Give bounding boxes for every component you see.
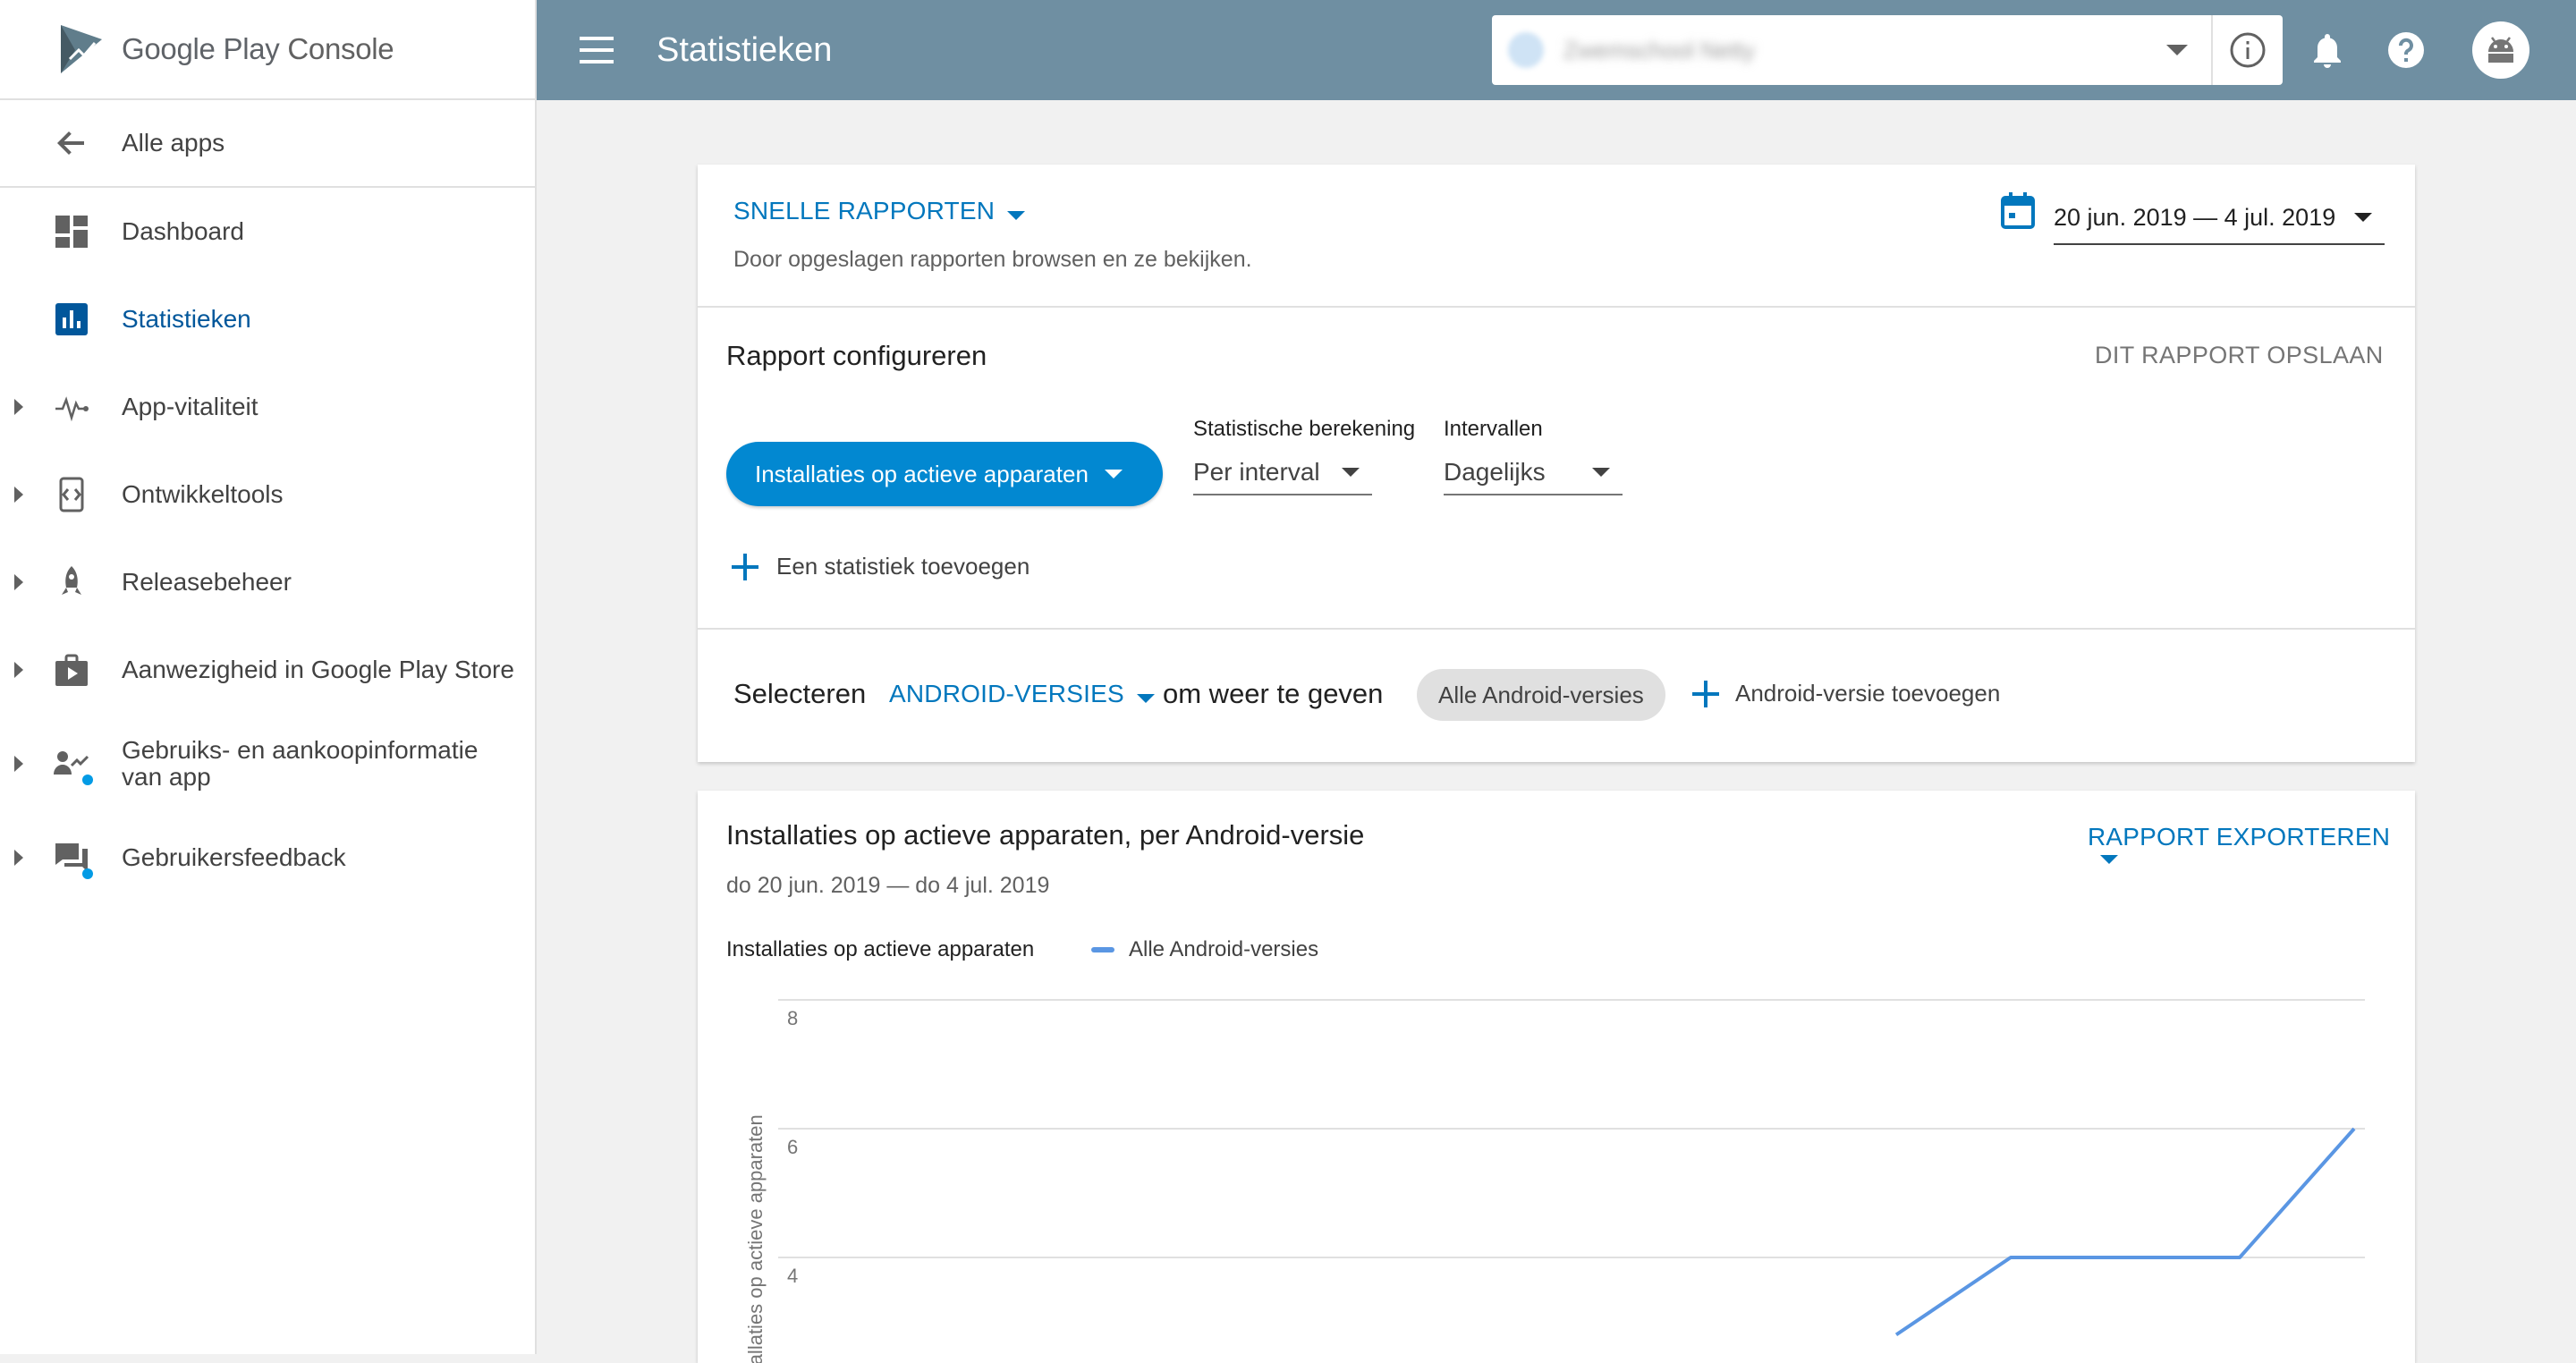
android-version-chip[interactable]: Alle Android-versies	[1417, 669, 1665, 721]
sidebar-item-app-vitality[interactable]: App-vitaliteit	[0, 363, 535, 451]
sidebar-item-label: Dashboard	[122, 217, 244, 245]
calendar-icon[interactable]	[2000, 191, 2036, 231]
date-range-value: 20 jun. 2019 — 4 jul. 2019	[2054, 203, 2336, 231]
app-selector[interactable]: Zwemschool Netty	[1492, 15, 2283, 85]
date-range-picker[interactable]: 20 jun. 2019 — 4 jul. 2019	[2054, 191, 2385, 245]
info-icon[interactable]	[2213, 15, 2283, 85]
chevron-right-icon[interactable]	[14, 850, 23, 866]
sidebar-item-user-feedback[interactable]: Gebruikersfeedback	[0, 814, 535, 902]
sidebar-item-statistics[interactable]: Statistieken	[0, 275, 535, 363]
y-tick-label: 4	[787, 1265, 798, 1287]
sidebar-item-dashboard[interactable]: Dashboard	[0, 188, 535, 275]
report-config-card: SNELLE RAPPORTEN Door opgeslagen rapport…	[698, 165, 2415, 762]
plus-icon	[1692, 680, 1719, 707]
android-head-icon	[2488, 37, 2513, 63]
sidebar-item-dev-tools[interactable]: Ontwikkeltools	[0, 451, 535, 538]
pulse-icon	[54, 389, 89, 425]
chart-metric-label: Installaties op actieve apparaten	[726, 937, 1035, 961]
sidebar-item-label: App-vitaliteit	[122, 393, 258, 420]
quick-reports-dropdown[interactable]: SNELLE RAPPORTEN	[733, 197, 1026, 225]
add-android-version-button[interactable]: Android-versie toevoegen	[1692, 680, 2000, 707]
interval-select[interactable]: Dagelijks	[1444, 451, 1623, 495]
chevron-down-icon	[2354, 213, 2372, 222]
feedback-icon	[54, 840, 93, 879]
code-device-icon	[54, 477, 89, 512]
all-apps-back-link[interactable]: Alle apps	[0, 100, 535, 188]
sidebar-item-release-management[interactable]: Releasebeheer	[0, 538, 535, 626]
chart-legend[interactable]: Alle Android-versies	[1091, 937, 1318, 962]
legend-label: Alle Android-versies	[1129, 937, 1319, 961]
save-report-button[interactable]: DIT RAPPORT OPSLAAN	[2095, 342, 2384, 369]
chevron-down-icon	[1592, 468, 1610, 477]
select-label: Selecteren	[733, 678, 867, 709]
help-icon[interactable]	[2381, 25, 2431, 75]
display-suffix: om weer te geven	[1163, 678, 1384, 709]
play-console-logo-icon	[61, 25, 102, 73]
chevron-right-icon[interactable]	[14, 399, 23, 415]
line-chart: 8 6 4 Installaties op actieve apparaten	[744, 999, 2365, 1363]
sidebar-item-usage-purchase-info[interactable]: Gebruiks- en aankoopinformatie van app	[0, 714, 535, 814]
chevron-right-icon[interactable]	[14, 662, 23, 678]
report-chart-card: Installaties op actieve apparaten, per A…	[698, 791, 2415, 1363]
sidebar: Google Play Console Alle apps Dashboard …	[0, 0, 537, 1354]
sidebar-item-label: Statistieken	[122, 305, 251, 333]
top-app-bar: Statistieken Zwemschool Netty	[537, 0, 2576, 100]
chevron-right-icon[interactable]	[14, 487, 23, 503]
y-axis-label: Installaties op actieve apparaten	[744, 1114, 767, 1363]
calc-select[interactable]: Per interval	[1193, 451, 1372, 495]
play-console-logo[interactable]: Google Play Console	[0, 0, 535, 100]
chevron-right-icon[interactable]	[14, 574, 23, 590]
bar-chart-icon	[54, 301, 89, 337]
chevron-down-icon	[1342, 468, 1360, 477]
rocket-icon	[54, 564, 89, 600]
configure-report-title: Rapport configureren	[726, 340, 987, 371]
brand-google: Google Play	[122, 32, 280, 65]
arrow-back-icon	[57, 131, 84, 155]
notification-dot	[82, 868, 93, 879]
legend-swatch	[1091, 947, 1114, 952]
y-tick-label: 6	[787, 1136, 798, 1158]
brand-console: Console	[287, 32, 394, 65]
series-line-all-android-versions	[1894, 1127, 2356, 1337]
export-report-dropdown[interactable]: RAPPORT EXPORTEREN	[2088, 823, 2415, 868]
bell-icon[interactable]	[2302, 25, 2352, 75]
dimension-dropdown[interactable]: ANDROID-VERSIES	[889, 680, 1155, 708]
interval-label: Intervallen	[1444, 417, 1543, 441]
sidebar-item-label-line2: van app	[122, 763, 211, 791]
app-icon	[1508, 32, 1544, 68]
report-period: do 20 jun. 2019 — do 4 jul. 2019	[726, 873, 1050, 898]
chevron-down-icon	[1136, 693, 1155, 703]
all-apps-label: Alle apps	[122, 129, 225, 157]
plus-icon	[732, 553, 758, 580]
account-avatar[interactable]	[2472, 21, 2529, 79]
report-title: Installaties op actieve apparaten, per A…	[726, 819, 1365, 851]
page-title: Statistieken	[657, 30, 833, 69]
add-metric-button[interactable]: Een statistiek toevoegen	[732, 553, 1030, 580]
sidebar-item-label: Releasebeheer	[122, 568, 292, 596]
metric-selector-button[interactable]: Installaties op actieve apparaten	[726, 442, 1163, 506]
chevron-right-icon[interactable]	[14, 756, 23, 772]
sidebar-item-label: Gebruikersfeedback	[122, 843, 346, 871]
notification-dot	[82, 775, 93, 785]
sidebar-item-store-presence[interactable]: Aanwezigheid in Google Play Store	[0, 626, 535, 714]
menu-icon[interactable]	[580, 37, 615, 63]
play-bag-icon	[54, 652, 89, 688]
chevron-down-icon[interactable]	[2166, 45, 2188, 55]
calc-label: Statistische berekening	[1193, 417, 1416, 441]
user-chart-icon	[54, 746, 93, 785]
y-tick-label: 8	[787, 1007, 798, 1029]
chevron-down-icon	[1007, 210, 1026, 220]
sidebar-item-label: Ontwikkeltools	[122, 480, 284, 508]
dashboard-icon	[54, 214, 89, 250]
chevron-down-icon	[2100, 854, 2118, 864]
app-name: Zwemschool Netty	[1563, 36, 1755, 63]
sidebar-item-label: Gebruiks- en aankoopinformatie	[122, 736, 479, 764]
chevron-down-icon	[1104, 470, 1123, 478]
quick-reports-description: Door opgeslagen rapporten browsen en ze …	[733, 247, 1252, 272]
sidebar-item-label: Aanwezigheid in Google Play Store	[122, 656, 514, 683]
